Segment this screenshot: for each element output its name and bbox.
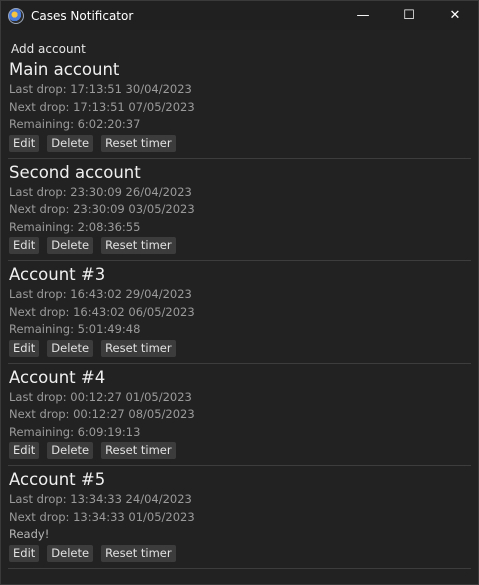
delete-button[interactable]: Delete bbox=[47, 237, 94, 254]
reset-timer-button[interactable]: Reset timer bbox=[101, 134, 176, 152]
delete-button[interactable]: Delete bbox=[47, 544, 94, 562]
account-card: Second account Last drop: 23:30:09 26/04… bbox=[8, 162, 471, 261]
next-drop-text: Next drop: 23:30:09 03/05/2023 bbox=[9, 202, 195, 216]
next-drop-text: Next drop: 00:12:27 08/05/2023 bbox=[9, 407, 195, 421]
account-name: Main account bbox=[9, 60, 120, 79]
app-window: Cases Notificator — ☐ ✕ Add account Main… bbox=[0, 0, 479, 585]
last-drop-text: Last drop: 23:30:09 26/04/2023 bbox=[9, 184, 192, 199]
app-logo-icon bbox=[8, 7, 24, 24]
account-name: Account #5 bbox=[9, 470, 106, 489]
reset-timer-button[interactable]: Reset timer bbox=[101, 339, 176, 357]
account-card: Account #4 Last drop: 00:12:27 01/05/202… bbox=[8, 367, 471, 466]
account-actions: Edit Delete Reset timer bbox=[9, 134, 471, 154]
account-card: Main account Last drop: 17:13:51 30/04/2… bbox=[8, 59, 471, 159]
remaining-text: Remaining: 6:09:19:13 bbox=[9, 424, 141, 439]
window-controls: — ☐ ✕ bbox=[340, 1, 478, 30]
account-card: Account #3 Last drop: 16:43:02 29/04/202… bbox=[8, 264, 471, 364]
next-drop-text: Next drop: 13:34:33 01/05/2023 bbox=[9, 509, 195, 524]
account-actions: Edit Delete Reset timer bbox=[9, 544, 471, 564]
edit-button[interactable]: Edit bbox=[9, 544, 40, 562]
edit-button[interactable]: Edit bbox=[9, 237, 40, 254]
delete-button[interactable]: Delete bbox=[47, 339, 94, 357]
ready-status-text: Ready! bbox=[9, 527, 50, 541]
account-name: Account #4 bbox=[9, 367, 106, 387]
last-drop-text: Last drop: 13:34:33 24/04/2023 bbox=[9, 492, 192, 506]
edit-button[interactable]: Edit bbox=[9, 339, 40, 357]
delete-button[interactable]: Delete bbox=[47, 442, 94, 459]
reset-timer-button[interactable]: Reset timer bbox=[101, 442, 176, 459]
remaining-text: Remaining: 2:08:36:55 bbox=[9, 219, 141, 234]
edit-button[interactable]: Edit bbox=[9, 442, 40, 459]
last-drop-text: Last drop: 16:43:02 29/04/2023 bbox=[9, 287, 192, 301]
last-drop-text: Last drop: 17:13:51 30/04/2023 bbox=[9, 82, 192, 96]
close-icon: ✕ bbox=[449, 8, 461, 23]
next-drop-text: Next drop: 16:43:02 06/05/2023 bbox=[9, 304, 195, 319]
account-actions: Edit Delete Reset timer bbox=[9, 442, 471, 461]
delete-button[interactable]: Delete bbox=[47, 134, 94, 152]
maximize-button[interactable]: ☐ bbox=[386, 1, 432, 30]
account-actions: Edit Delete Reset timer bbox=[9, 339, 471, 359]
reset-timer-button[interactable]: Reset timer bbox=[101, 237, 176, 254]
remaining-text: Remaining: 6:02:20:37 bbox=[9, 117, 141, 131]
edit-button[interactable]: Edit bbox=[9, 134, 40, 152]
close-button[interactable]: ✕ bbox=[432, 1, 478, 30]
account-card: Account #5 Last drop: 13:34:33 24/04/202… bbox=[8, 469, 471, 569]
window-title: Cases Notificator bbox=[31, 8, 134, 23]
account-name: Account #3 bbox=[9, 265, 106, 284]
account-name: Second account bbox=[9, 162, 141, 182]
next-drop-text: Next drop: 17:13:51 07/05/2023 bbox=[9, 99, 195, 114]
maximize-icon: ☐ bbox=[403, 8, 415, 23]
reset-timer-button[interactable]: Reset timer bbox=[101, 544, 176, 562]
main-content: Add account Main account Last drop: 17:1… bbox=[1, 30, 478, 569]
minimize-icon: — bbox=[356, 8, 370, 23]
add-account-button[interactable]: Add account bbox=[8, 30, 471, 58]
last-drop-text: Last drop: 00:12:27 01/05/2023 bbox=[9, 389, 192, 404]
account-actions: Edit Delete Reset timer bbox=[9, 237, 471, 256]
minimize-button[interactable]: — bbox=[340, 1, 386, 30]
remaining-text: Remaining: 5:01:49:48 bbox=[9, 322, 141, 336]
title-bar[interactable]: Cases Notificator — ☐ ✕ bbox=[1, 1, 478, 30]
